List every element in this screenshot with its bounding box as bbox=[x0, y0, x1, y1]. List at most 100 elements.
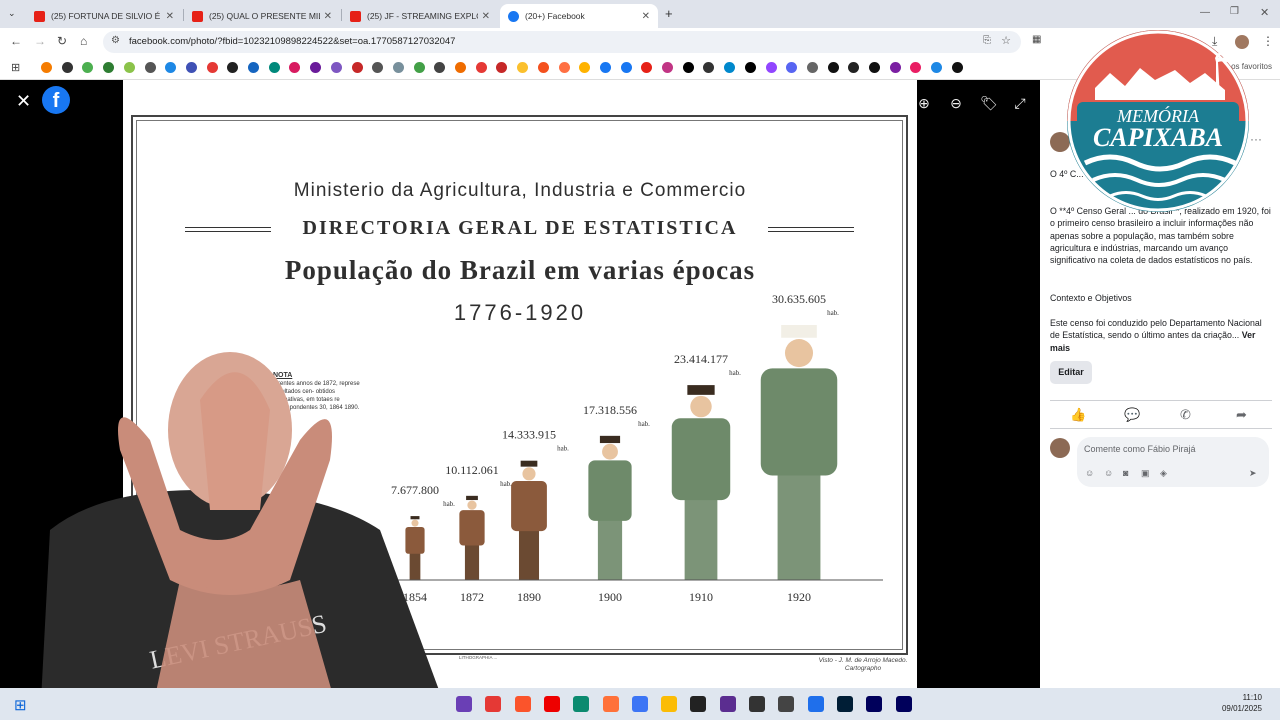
taskbar-app-icon[interactable] bbox=[719, 696, 736, 712]
bookmark-icon[interactable] bbox=[268, 62, 280, 73]
taskbar-app-icon[interactable] bbox=[807, 696, 824, 712]
avatar-sticker-icon[interactable]: ☺ bbox=[1085, 468, 1094, 478]
taskbar-app-icon[interactable] bbox=[836, 696, 853, 712]
taskbar-app-icon[interactable] bbox=[690, 696, 707, 712]
bookmark-icon[interactable] bbox=[351, 62, 363, 73]
bookmark-icon[interactable] bbox=[662, 62, 673, 73]
clock-time[interactable]: 11:10 bbox=[1243, 693, 1262, 702]
tab-youtube-1[interactable]: (25) FORTUNA DE SILVIO É MUI... ✕ bbox=[26, 4, 182, 28]
close-tab-icon[interactable]: ✕ bbox=[166, 11, 174, 22]
bookmark-icon[interactable] bbox=[889, 62, 901, 73]
bookmark-icon[interactable] bbox=[703, 62, 715, 73]
bookmark-icon[interactable] bbox=[682, 62, 694, 73]
zoom-out-icon[interactable]: ⊖ bbox=[948, 95, 964, 111]
like-icon[interactable]: 👍 bbox=[1070, 407, 1086, 423]
address-bar[interactable]: ⚙ facebook.com/photo/?fbid=1023210989822… bbox=[103, 31, 1021, 53]
comment-icon[interactable]: 💬 bbox=[1124, 407, 1140, 423]
bookmark-icon[interactable] bbox=[123, 62, 135, 73]
taskbar-app-icon[interactable] bbox=[661, 696, 678, 712]
apps-icon[interactable]: ⊞ bbox=[11, 61, 20, 74]
taskbar-app-icon[interactable] bbox=[778, 696, 795, 712]
menu-icon[interactable]: ⋮ bbox=[1262, 34, 1274, 48]
bookmark-icon[interactable] bbox=[869, 62, 880, 73]
sticker-icon[interactable]: ◈ bbox=[1160, 468, 1167, 479]
minimize-icon[interactable]: — bbox=[1200, 7, 1210, 18]
send-icon[interactable]: ➤ bbox=[1249, 468, 1257, 479]
zoom-in-icon[interactable]: ⊕ bbox=[916, 95, 932, 111]
tab-youtube-2[interactable]: (25) QUAL O PRESENTE MILIONÁ... ✕ bbox=[184, 4, 340, 28]
bookmark-icon[interactable] bbox=[185, 62, 197, 73]
bookmark-icon[interactable] bbox=[103, 62, 115, 73]
close-window-icon[interactable]: ✕ bbox=[1260, 6, 1269, 19]
install-icon[interactable]: ⎘ bbox=[983, 35, 991, 46]
bookmark-icon[interactable] bbox=[227, 62, 239, 73]
tab-youtube-3[interactable]: (25) JF - STREAMING EXPLODE... ✕ bbox=[342, 4, 498, 28]
bookmark-icon[interactable] bbox=[599, 62, 611, 73]
url-text[interactable]: facebook.com/photo/?fbid=102321098982245… bbox=[129, 36, 455, 47]
bookmark-icon[interactable] bbox=[41, 62, 52, 73]
bookmark-icon[interactable] bbox=[434, 62, 446, 73]
bookmark-icon[interactable] bbox=[951, 62, 963, 73]
bookmark-icon[interactable] bbox=[724, 62, 736, 73]
taskbar-app-icon[interactable] bbox=[514, 696, 531, 712]
bookmark-icon[interactable] bbox=[413, 62, 425, 73]
bookmark-icon[interactable] bbox=[641, 62, 653, 73]
bookmark-icon[interactable] bbox=[786, 62, 798, 73]
emoji-icon[interactable]: ☺ bbox=[1104, 468, 1113, 478]
bookmark-icon[interactable] bbox=[165, 62, 177, 73]
bookmark-icon[interactable] bbox=[910, 62, 922, 73]
taskbar-app-icon[interactable] bbox=[631, 696, 648, 712]
home-icon[interactable]: ⌂ bbox=[80, 34, 87, 48]
close-tab-icon[interactable]: ✕ bbox=[642, 11, 650, 22]
bookmark-icon[interactable] bbox=[765, 62, 777, 73]
bookmark-icon[interactable] bbox=[517, 62, 529, 73]
edit-button[interactable]: Editar bbox=[1050, 361, 1092, 384]
restore-icon[interactable]: ❐ bbox=[1230, 6, 1239, 17]
clock-date[interactable]: 09/01/2025 bbox=[1222, 704, 1262, 713]
taskbar-app-icon[interactable] bbox=[866, 696, 883, 712]
taskbar-app-icon[interactable] bbox=[602, 696, 619, 712]
facebook-logo-icon[interactable]: f bbox=[42, 86, 70, 114]
bookmark-icon[interactable] bbox=[455, 62, 466, 73]
tag-icon[interactable]: 🏷 bbox=[980, 95, 998, 111]
more-options-icon[interactable]: ··· bbox=[1250, 132, 1262, 146]
bookmark-icon[interactable] bbox=[61, 62, 73, 73]
bookmark-icon[interactable] bbox=[392, 62, 404, 73]
bookmark-icon[interactable] bbox=[330, 62, 342, 73]
bookmark-icon[interactable] bbox=[931, 62, 943, 73]
close-tab-icon[interactable]: ✕ bbox=[482, 11, 490, 22]
bookmark-icon[interactable] bbox=[372, 62, 384, 73]
whatsapp-icon[interactable]: ✆ bbox=[1180, 407, 1191, 423]
bookmark-icon[interactable] bbox=[744, 62, 756, 73]
gif-icon[interactable]: ▣ bbox=[1141, 468, 1150, 479]
back-icon[interactable]: ← bbox=[10, 34, 22, 48]
taskbar-app-icon[interactable] bbox=[749, 696, 765, 712]
close-tab-icon[interactable]: ✕ bbox=[324, 11, 332, 22]
new-tab-icon[interactable]: + bbox=[665, 6, 673, 21]
comment-input[interactable]: Comente como Fábio Pirajá ☺ ☺ ◙ ▣ ◈ ➤ bbox=[1077, 437, 1269, 487]
extensions-icon[interactable]: ▦ bbox=[1032, 34, 1041, 45]
tab-facebook[interactable]: (20+) Facebook ✕ bbox=[500, 4, 658, 28]
bookmark-icon[interactable] bbox=[537, 62, 549, 73]
start-icon[interactable]: ⊞ bbox=[14, 696, 27, 714]
bookmark-icon[interactable] bbox=[289, 62, 301, 73]
tab-search-icon[interactable]: ⌄ bbox=[8, 8, 16, 19]
reload-icon[interactable]: ↻ bbox=[57, 34, 67, 48]
close-viewer-icon[interactable]: ✕ bbox=[16, 91, 31, 112]
bookmark-icon[interactable] bbox=[206, 62, 218, 73]
bookmark-icon[interactable] bbox=[475, 62, 487, 73]
forward-icon[interactable]: → bbox=[34, 34, 46, 48]
bookmark-icon[interactable] bbox=[620, 62, 632, 73]
bookmark-icon[interactable] bbox=[848, 62, 860, 73]
bookmark-star-icon[interactable]: ☆ bbox=[1001, 34, 1011, 47]
bookmark-icon[interactable] bbox=[579, 62, 591, 73]
bookmark-icon[interactable] bbox=[310, 62, 322, 73]
taskbar-app-icon[interactable] bbox=[573, 696, 590, 712]
fullscreen-icon[interactable]: ⤢ bbox=[1012, 95, 1028, 111]
bookmark-icon[interactable] bbox=[806, 62, 818, 73]
taskbar-app-icon[interactable] bbox=[895, 696, 912, 712]
camera-icon[interactable]: ◙ bbox=[1123, 468, 1128, 478]
taskbar-app-icon[interactable] bbox=[543, 696, 560, 712]
bookmark-icon[interactable] bbox=[496, 62, 508, 73]
bookmark-icon[interactable] bbox=[558, 62, 570, 73]
